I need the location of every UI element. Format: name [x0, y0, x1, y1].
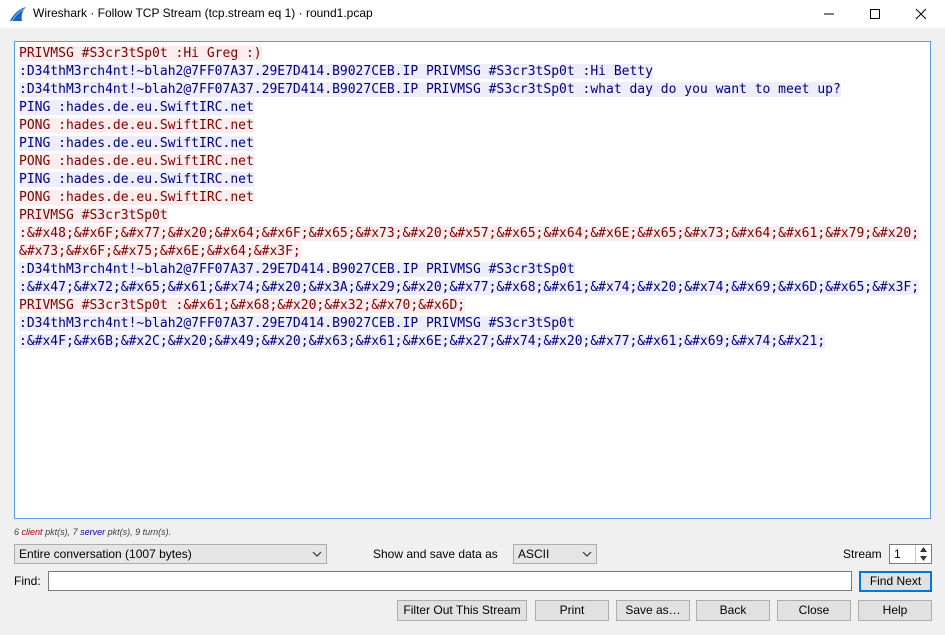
client-stream-line: :&#x48;&#x6F;&#x77;&#x20;&#x64;&#x6F;&#x…	[19, 225, 925, 261]
stepper-up-button[interactable]	[916, 545, 931, 554]
stream-line-text: PING :hades.de.eu.SwiftIRC.net	[19, 100, 254, 115]
stream-line-text: :D34thM3rch4nt!~blah2@7FF07A37.29E7D414.…	[19, 316, 575, 331]
stream-line-text: :D34thM3rch4nt!~blah2@7FF07A37.29E7D414.…	[19, 64, 653, 79]
stream-number-value: 1	[894, 547, 901, 561]
client-packet-count: 6	[14, 527, 20, 537]
stream-line-text: PRIVMSG #S3cr3tSp0t	[19, 208, 168, 223]
maximize-button[interactable]	[852, 0, 898, 28]
filter-out-stream-button[interactable]: Filter Out This Stream	[397, 600, 527, 621]
stats-suffix-1: pkt(s),	[45, 527, 71, 537]
stream-line-text: PING :hades.de.eu.SwiftIRC.net	[19, 172, 254, 187]
minimize-icon	[824, 13, 834, 15]
stream-line-text: :&#x48;&#x6F;&#x77;&#x20;&#x64;&#x6F;&#x…	[19, 226, 920, 259]
stream-content[interactable]: PRIVMSG #S3cr3tSp0t :Hi Greg :) :D34thM3r…	[14, 41, 931, 519]
client-stream-line: PONG :hades.de.eu.SwiftIRC.net	[19, 153, 925, 171]
stream-line-text: PONG :hades.de.eu.SwiftIRC.net	[19, 118, 254, 133]
stepper-down-button[interactable]	[916, 554, 931, 563]
stream-line-text: PONG :hades.de.eu.SwiftIRC.net	[19, 190, 254, 205]
client-stream-line: PONG :hades.de.eu.SwiftIRC.net	[19, 189, 925, 207]
stream-line-text: PRIVMSG #S3cr3tSp0t :&#x61;&#x68;&#x20;&…	[19, 298, 466, 313]
server-stream-line: PING :hades.de.eu.SwiftIRC.net	[19, 135, 925, 153]
server-label: server	[80, 527, 106, 537]
server-stream-line: :D34thM3rch4nt!~blah2@7FF07A37.29E7D414.…	[19, 63, 925, 81]
server-stream-line: :&#x4F;&#x6B;&#x2C;&#x20;&#x49;&#x20;&#x…	[19, 333, 925, 351]
stream-line-text: PING :hades.de.eu.SwiftIRC.net	[19, 136, 254, 151]
server-stream-line: :&#x47;&#x72;&#x65;&#x61;&#x74;&#x20;&#x…	[19, 279, 925, 297]
stream-line-text: :D34thM3rch4nt!~blah2@7FF07A37.29E7D414.…	[19, 262, 575, 277]
client-label: client	[21, 527, 43, 537]
client-stream-line: PRIVMSG #S3cr3tSp0t :&#x61;&#x68;&#x20;&…	[19, 297, 925, 315]
find-label: Find:	[14, 574, 41, 588]
client-stream-line: PONG :hades.de.eu.SwiftIRC.net	[19, 117, 925, 135]
stream-line-text: :&#x4F;&#x6B;&#x2C;&#x20;&#x49;&#x20;&#x…	[19, 334, 826, 349]
server-stream-line: PING :hades.de.eu.SwiftIRC.net	[19, 171, 925, 189]
close-button[interactable]: Close	[777, 600, 851, 621]
server-packet-count: 7	[72, 527, 78, 537]
chevron-down-icon	[312, 551, 322, 557]
save-as-button[interactable]: Save as…	[616, 600, 690, 621]
stream-line-text: :D34thM3rch4nt!~blah2@7FF07A37.29E7D414.…	[19, 82, 841, 97]
stream-stats: 6 client pkt(s), 7 server pkt(s), 9 turn…	[14, 527, 171, 537]
title-bar: Wireshark · Follow TCP Stream (tcp.strea…	[0, 0, 945, 28]
show-as-label: Show and save data as	[373, 547, 498, 561]
window-title: Wireshark · Follow TCP Stream (tcp.strea…	[33, 6, 373, 20]
maximize-icon	[870, 9, 880, 19]
help-button[interactable]: Help	[858, 600, 932, 621]
chevron-down-icon	[582, 551, 592, 557]
stream-label: Stream	[843, 547, 882, 561]
stepper-buttons	[915, 545, 931, 563]
server-stream-line: PING :hades.de.eu.SwiftIRC.net	[19, 99, 925, 117]
stream-line-text: :&#x47;&#x72;&#x65;&#x61;&#x74;&#x20;&#x…	[19, 280, 920, 295]
client-stream-line: PRIVMSG #S3cr3tSp0t	[19, 207, 925, 225]
print-button[interactable]: Print	[535, 600, 609, 621]
wireshark-fin-icon	[9, 6, 27, 22]
close-window-button[interactable]	[898, 0, 944, 28]
show-as-value: ASCII	[518, 547, 550, 561]
server-stream-line: :D34thM3rch4nt!~blah2@7FF07A37.29E7D414.…	[19, 315, 925, 333]
stream-line-text: PRIVMSG #S3cr3tSp0t :Hi Greg :)	[19, 46, 262, 61]
triangle-down-icon	[920, 556, 927, 561]
conversation-select[interactable]: Entire conversation (1007 bytes)	[14, 544, 327, 564]
stats-suffix-2: pkt(s), 9 turn(s).	[107, 527, 172, 537]
server-stream-line: :D34thM3rch4nt!~blah2@7FF07A37.29E7D414.…	[19, 261, 925, 279]
conversation-select-value: Entire conversation (1007 bytes)	[19, 547, 192, 561]
stream-number-stepper[interactable]: 1	[889, 544, 932, 564]
show-as-select[interactable]: ASCII	[513, 544, 597, 564]
minimize-button[interactable]	[806, 0, 852, 28]
server-stream-line: :D34thM3rch4nt!~blah2@7FF07A37.29E7D414.…	[19, 81, 925, 99]
client-stream-line: PRIVMSG #S3cr3tSp0t :Hi Greg :)	[19, 45, 925, 63]
triangle-up-icon	[920, 547, 927, 552]
find-next-button[interactable]: Find Next	[859, 571, 932, 592]
find-input[interactable]	[48, 571, 852, 591]
stream-line-text: PONG :hades.de.eu.SwiftIRC.net	[19, 154, 254, 169]
back-button[interactable]: Back	[696, 600, 770, 621]
close-icon	[915, 8, 927, 20]
